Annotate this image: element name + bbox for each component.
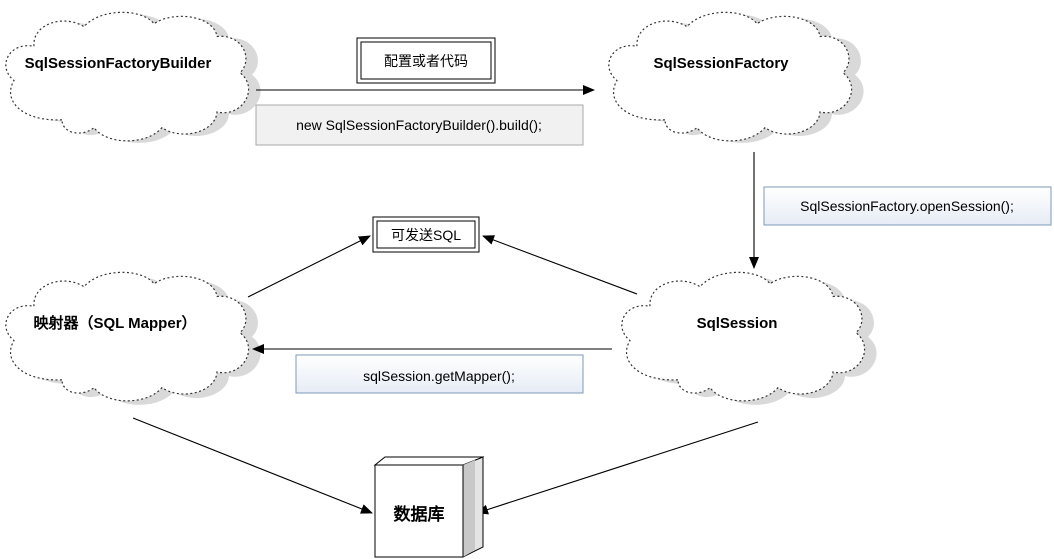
arrow-mapper-to-sendsql: [247, 235, 371, 298]
cloud-sql-mapper: 映射器（SQL Mapper）: [5, 271, 261, 405]
arrow-mapper-to-database: [132, 417, 373, 514]
session-label: SqlSession: [697, 315, 778, 332]
cloud-sqlsessionfactory: SqlSessionFactory: [608, 11, 864, 143]
database-node: 数据库: [373, 456, 485, 558]
cloud-sqlsession: SqlSession: [621, 271, 877, 405]
get-mapper-box: sqlSession.getMapper();: [295, 354, 584, 394]
send-sql-label: 可发送SQL: [391, 227, 461, 243]
arrow-session-to-database: [476, 421, 759, 515]
builder-label: SqlSessionFactoryBuilder: [25, 55, 212, 72]
send-sql-label-box: 可发送SQL: [372, 216, 480, 253]
factory-label: SqlSessionFactory: [653, 55, 789, 72]
mapper-label: 映射器（SQL Mapper）: [33, 314, 196, 332]
build-call-label: new SqlSessionFactoryBuilder().build();: [296, 117, 542, 133]
open-session-box: SqlSessionFactory.openSession();: [763, 186, 1052, 226]
build-call-box: new SqlSessionFactoryBuilder().build();: [255, 104, 584, 146]
get-mapper-label: sqlSession.getMapper();: [363, 368, 515, 384]
open-session-label: SqlSessionFactory.openSession();: [800, 198, 1014, 214]
config-label: 配置或者代码: [384, 53, 468, 69]
arrow-session-to-sendsql: [482, 235, 638, 295]
database-label: 数据库: [394, 504, 445, 524]
cloud-sqlsessionfactorybuilder: SqlSessionFactoryBuilder: [5, 11, 261, 143]
config-label-box: 配置或者代码: [356, 37, 496, 84]
